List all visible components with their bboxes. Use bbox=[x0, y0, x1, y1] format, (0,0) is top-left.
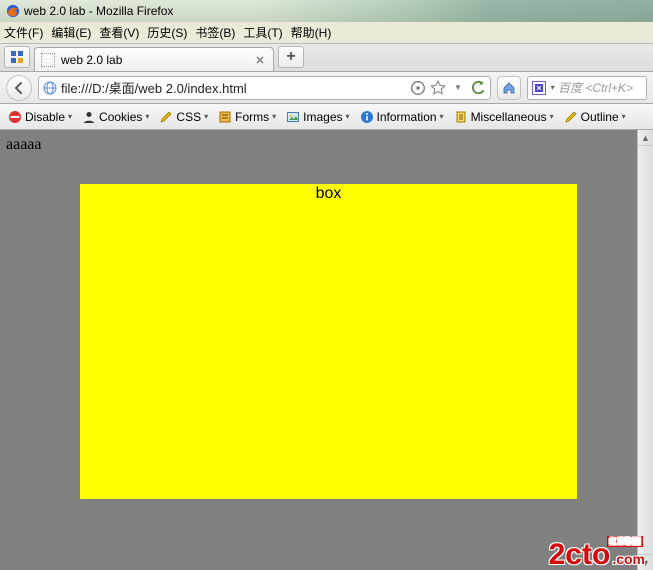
scroll-up-icon[interactable]: ▲ bbox=[638, 130, 653, 146]
menu-history[interactable]: 历史(S) bbox=[147, 24, 187, 41]
tab-strip: web 2.0 lab + bbox=[0, 44, 653, 72]
new-tab-button[interactable]: + bbox=[278, 46, 304, 68]
plus-icon: + bbox=[286, 48, 295, 66]
image-icon bbox=[286, 110, 300, 124]
search-placeholder: 百度 <Ctrl+K> bbox=[558, 79, 633, 96]
box-label: box bbox=[316, 185, 342, 202]
url-text: file:///D:/桌面/web 2.0/index.html bbox=[61, 78, 406, 97]
url-dropdown-icon[interactable]: ▼ bbox=[450, 80, 466, 96]
reload-icon[interactable] bbox=[470, 80, 486, 96]
home-button[interactable] bbox=[497, 76, 521, 100]
pencil-icon bbox=[564, 110, 578, 124]
document-icon bbox=[454, 110, 468, 124]
watermark: 红果联盟 2cto .com bbox=[549, 538, 645, 570]
vertical-scrollbar[interactable]: ▲ ▼ bbox=[637, 130, 653, 570]
back-button[interactable] bbox=[6, 75, 32, 101]
pencil-icon bbox=[159, 110, 173, 124]
dev-images[interactable]: Images▾ bbox=[282, 110, 353, 124]
menu-bookmarks[interactable]: 书签(B) bbox=[195, 24, 235, 41]
search-engine-icon bbox=[532, 81, 546, 95]
tab-close-icon[interactable] bbox=[253, 53, 267, 67]
person-icon bbox=[82, 110, 96, 124]
dev-disable[interactable]: Disable▾ bbox=[4, 110, 76, 124]
menu-help[interactable]: 帮助(H) bbox=[291, 24, 332, 41]
url-field[interactable]: file:///D:/桌面/web 2.0/index.html ▼ bbox=[38, 76, 491, 100]
nav-bar: file:///D:/桌面/web 2.0/index.html ▼ ▾ 百度 … bbox=[0, 72, 653, 104]
dev-forms[interactable]: Forms▾ bbox=[214, 110, 280, 124]
yellow-box: box bbox=[80, 184, 577, 499]
background-bleed bbox=[253, 0, 653, 22]
menu-bar: 文件(F) 编辑(E) 查看(V) 历史(S) 书签(B) 工具(T) 帮助(H… bbox=[0, 22, 653, 44]
dev-information[interactable]: Information▾ bbox=[356, 110, 448, 124]
dev-toolbar: Disable▾ Cookies▾ CSS▾ Forms▾ Images▾ In… bbox=[0, 104, 653, 130]
content-viewport: aaaaa box ▲ ▼ 红果联盟 2cto .com bbox=[0, 130, 653, 570]
dev-cookies[interactable]: Cookies▾ bbox=[78, 110, 153, 124]
dev-forms-label: Forms bbox=[235, 110, 269, 124]
bookmark-star-icon[interactable] bbox=[430, 80, 446, 96]
tab-groups-button[interactable] bbox=[4, 46, 30, 68]
form-icon bbox=[218, 110, 232, 124]
feed-icon[interactable] bbox=[410, 80, 426, 96]
search-field[interactable]: ▾ 百度 <Ctrl+K> bbox=[527, 76, 647, 100]
window-title: web 2.0 lab - Mozilla Firefox bbox=[24, 4, 173, 18]
watermark-main: 2cto bbox=[549, 538, 611, 570]
page-icon bbox=[41, 53, 55, 67]
page-body-text: aaaaa bbox=[6, 136, 42, 154]
menu-tools[interactable]: 工具(T) bbox=[243, 24, 282, 41]
dev-disable-label: Disable bbox=[25, 110, 65, 124]
tab-title: web 2.0 lab bbox=[61, 53, 122, 67]
dev-css[interactable]: CSS▾ bbox=[155, 110, 212, 124]
dev-images-label: Images bbox=[303, 110, 342, 124]
window-titlebar: web 2.0 lab - Mozilla Firefox bbox=[0, 0, 653, 22]
menu-edit[interactable]: 编辑(E) bbox=[51, 24, 91, 41]
dev-miscellaneous-label: Miscellaneous bbox=[471, 110, 547, 124]
search-engine-dropdown-icon[interactable]: ▾ bbox=[550, 83, 554, 92]
tab-active[interactable]: web 2.0 lab bbox=[34, 47, 274, 71]
dev-css-label: CSS bbox=[176, 110, 201, 124]
watermark-tld: .com bbox=[612, 551, 645, 567]
dev-information-label: Information bbox=[377, 110, 437, 124]
menu-file[interactable]: 文件(F) bbox=[4, 24, 43, 41]
menu-view[interactable]: 查看(V) bbox=[99, 24, 139, 41]
dev-miscellaneous[interactable]: Miscellaneous▾ bbox=[450, 110, 558, 124]
watermark-cn: 红果联盟 bbox=[607, 536, 643, 547]
firefox-icon bbox=[6, 4, 20, 18]
globe-icon bbox=[43, 81, 57, 95]
info-icon bbox=[360, 110, 374, 124]
dev-outline-label: Outline bbox=[581, 110, 619, 124]
dev-cookies-label: Cookies bbox=[99, 110, 142, 124]
no-entry-icon bbox=[8, 110, 22, 124]
dev-outline[interactable]: Outline▾ bbox=[560, 110, 630, 124]
